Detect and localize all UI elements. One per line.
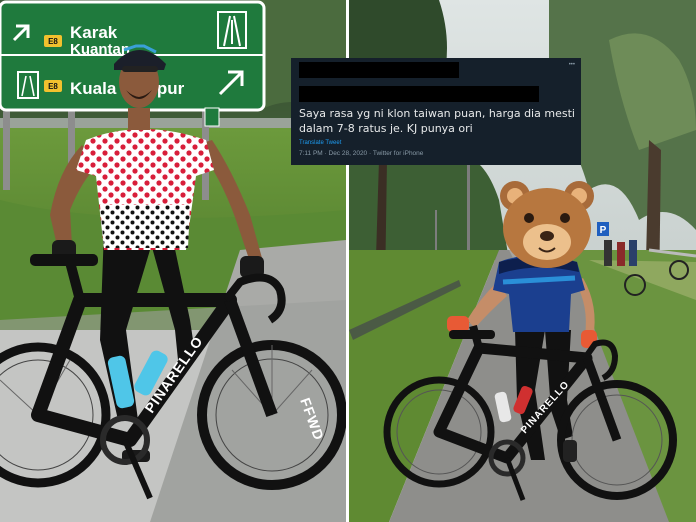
- tweet-timestamp: 7:11 PM · Dec 28, 2020 · Twitter for iPh…: [299, 150, 424, 157]
- tweet-menu-icon[interactable]: •••: [569, 62, 575, 68]
- parking-sign: P: [600, 225, 607, 236]
- tweet-card[interactable]: ••• Saya rasa yg ni klon taiwan puan, ha…: [291, 58, 581, 165]
- sign-route-badge-1: E8: [48, 37, 58, 46]
- redacted-handle: [299, 86, 539, 102]
- sign-route-badge-2: E8: [48, 82, 58, 91]
- redacted-username: [299, 62, 459, 78]
- sign-destination-1: Karak: [70, 23, 118, 42]
- sign-destination-2: Kuantan: [70, 41, 130, 58]
- translate-tweet-link[interactable]: Translate Tweet: [299, 140, 341, 146]
- tweet-text: Saya rasa yg ni klon taiwan puan, harga …: [299, 107, 575, 135]
